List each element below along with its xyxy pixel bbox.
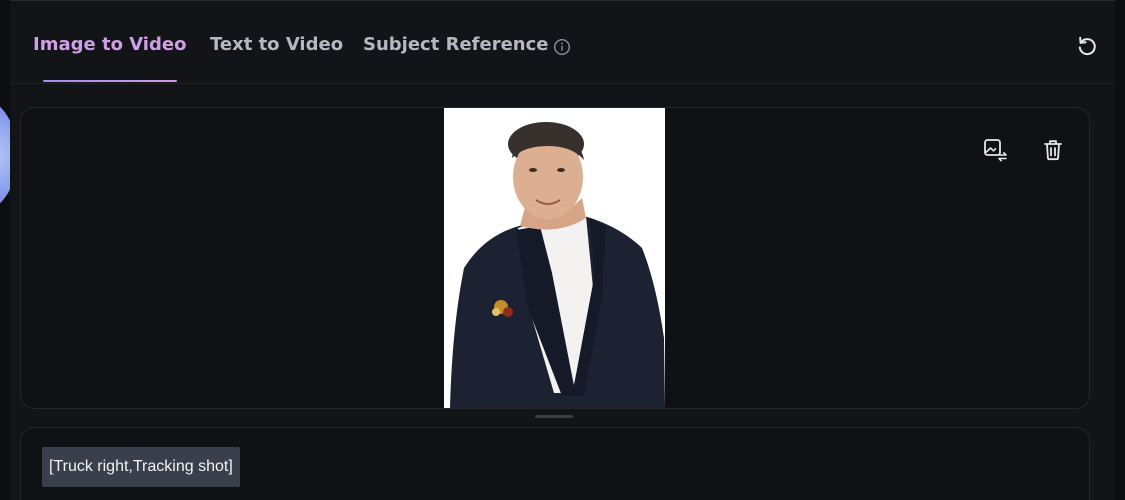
camera-movement-tag[interactable]: [Truck right,Tracking shot] (42, 447, 240, 487)
tab-text-to-video[interactable]: Text to Video (210, 34, 343, 55)
resize-handle[interactable] (535, 415, 573, 418)
info-icon[interactable] (553, 38, 571, 56)
uploaded-image-area[interactable] (20, 107, 1090, 409)
trash-icon[interactable] (1039, 136, 1067, 164)
generator-panel: Image to Video Text to Video Subject Ref… (10, 0, 1115, 500)
tab-subject-reference[interactable]: Subject Reference (363, 34, 548, 55)
mode-tabs: Image to Video Text to Video Subject Ref… (10, 1, 1115, 84)
image-replace-icon[interactable] (981, 136, 1009, 164)
reset-icon[interactable] (1075, 34, 1099, 58)
active-tab-indicator (43, 80, 177, 82)
app-root: Image to Video Text to Video Subject Ref… (0, 0, 1125, 500)
prompt-input-area[interactable]: [Truck right,Tracking shot] (20, 427, 1090, 500)
tab-image-to-video[interactable]: Image to Video (33, 34, 186, 55)
uploaded-photo (444, 108, 665, 408)
